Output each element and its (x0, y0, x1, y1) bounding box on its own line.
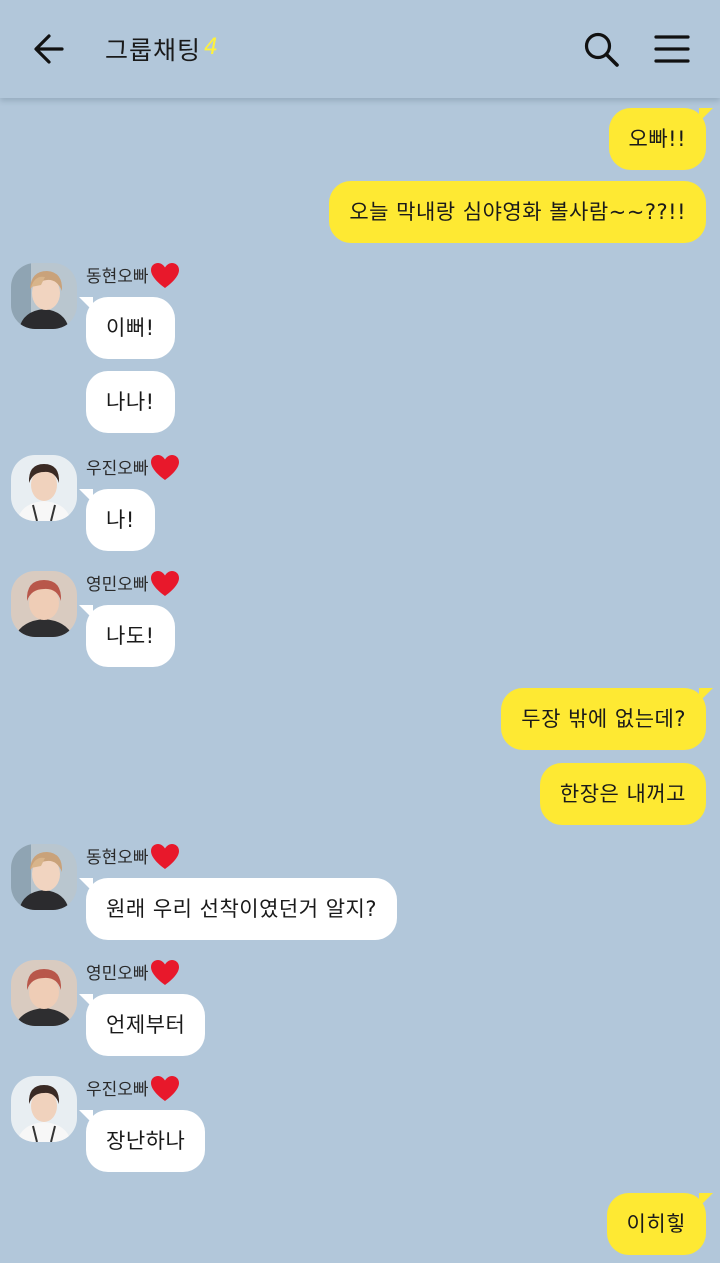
avatar-woojin[interactable] (11, 1076, 77, 1142)
my-message-bubble[interactable]: 두장 밖에 없는데? (501, 688, 713, 750)
avatar-donghyun[interactable] (11, 263, 77, 329)
red-heart-icon (150, 1075, 179, 1101)
other-message-bubble[interactable]: 장난하나 (78, 1110, 206, 1172)
search-button[interactable] (580, 28, 624, 72)
other-message-bubble[interactable]: 나나! (86, 371, 175, 433)
avatar-donghyun[interactable] (11, 844, 77, 910)
other-message-bubble[interactable]: 이뻐! (79, 297, 175, 359)
sender-name-label: 영민오빠 (86, 575, 149, 595)
chat-title: 그룹채팅 (105, 36, 202, 65)
chat-header: 그룹채팅 4 (0, 0, 720, 98)
red-heart-icon (150, 570, 179, 596)
avatar-woojin[interactable] (11, 455, 77, 521)
avatar-youngmin[interactable] (11, 960, 77, 1026)
sender-name-label: 우진오빠 (86, 1080, 149, 1100)
my-message-bubble[interactable]: 이히힣 (606, 1193, 714, 1255)
arrow-left-icon (34, 34, 64, 64)
red-heart-icon (150, 262, 179, 288)
sender-name: 동현오빠 (86, 262, 180, 291)
search-icon (584, 32, 619, 67)
other-message-bubble[interactable]: 언제부터 (78, 994, 206, 1056)
member-count: 4 (204, 35, 218, 60)
my-message-bubble[interactable]: 한장은 내꺼고 (539, 763, 706, 825)
red-heart-icon (150, 843, 179, 869)
sender-name: 우진오빠 (86, 1075, 180, 1104)
sender-name: 영민오빠 (86, 959, 180, 988)
back-button[interactable] (28, 26, 72, 72)
sender-name: 동현오빠 (86, 843, 180, 872)
menu-button[interactable] (650, 28, 694, 72)
sender-name: 영민오빠 (86, 570, 180, 599)
sender-name: 우진오빠 (86, 454, 180, 483)
other-message-bubble[interactable]: 나도! (79, 605, 175, 667)
sender-name-label: 영민오빠 (86, 964, 149, 984)
red-heart-icon (150, 454, 179, 480)
sender-name-label: 우진오빠 (86, 459, 149, 479)
sender-name-label: 동현오빠 (86, 267, 149, 287)
sender-name-label: 동현오빠 (86, 848, 149, 868)
other-message-bubble[interactable]: 나! (79, 489, 155, 551)
other-message-bubble[interactable]: 원래 우리 선착이였던거 알지? (78, 878, 398, 940)
my-message-bubble[interactable]: 오늘 막내랑 심야영화 볼사람~~??!! (329, 181, 706, 243)
avatar-youngmin[interactable] (11, 571, 77, 637)
my-message-bubble[interactable]: 오빠!! (608, 108, 714, 170)
hamburger-menu-icon (654, 35, 690, 63)
red-heart-icon (150, 959, 179, 985)
